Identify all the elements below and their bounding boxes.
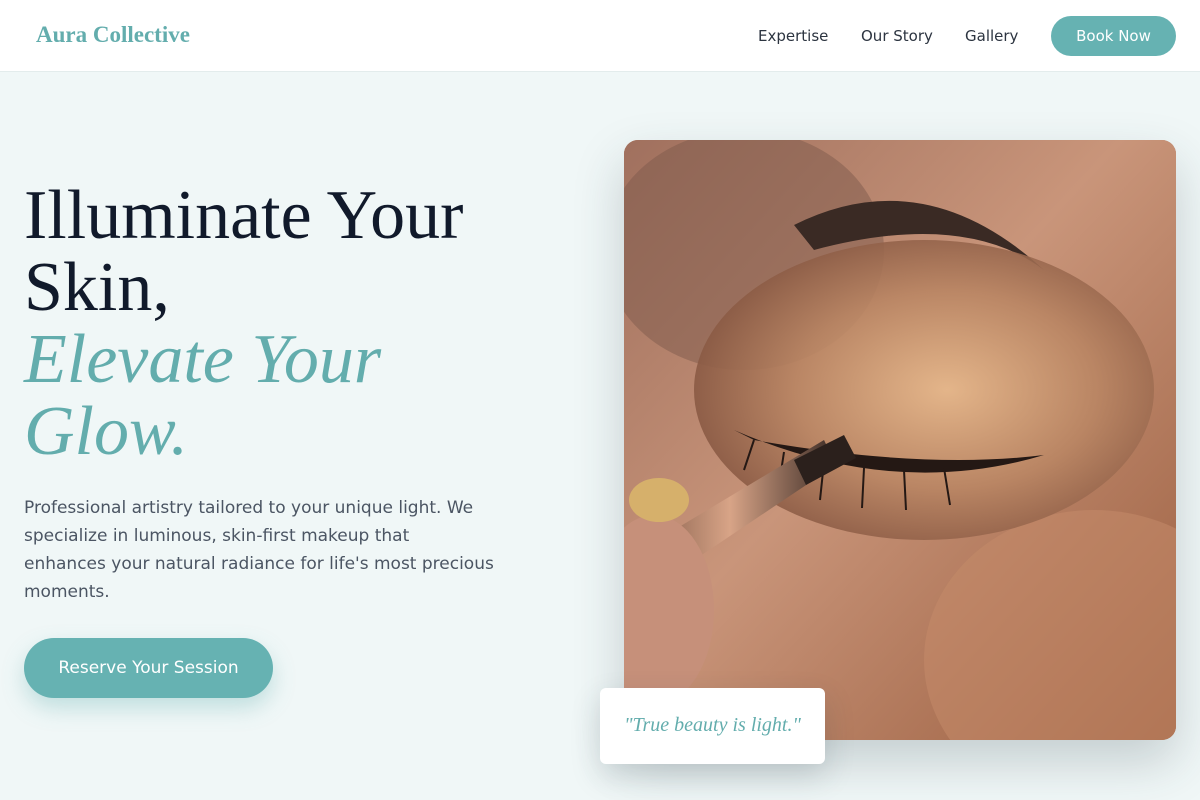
nav-link-our-story[interactable]: Our Story	[861, 27, 933, 45]
brand-logo[interactable]: Aura Collective	[36, 22, 190, 48]
nav-link-gallery[interactable]: Gallery	[965, 27, 1018, 45]
nav-link-expertise[interactable]: Expertise	[758, 27, 828, 45]
quote-text: "True beauty is light."	[624, 714, 801, 736]
quote-card: "True beauty is light."	[600, 688, 825, 764]
hero-image	[624, 140, 1176, 740]
hero-description: Professional artistry tailored to your u…	[24, 498, 494, 602]
hero-title-line2: Elevate Your Glow.	[24, 321, 382, 470]
book-now-button[interactable]: Book Now	[1051, 16, 1176, 56]
hero-headline: Illuminate Your Skin, Elevate Your Glow.	[24, 180, 524, 468]
navbar: Aura Collective Expertise Our Story Gall…	[0, 0, 1200, 72]
makeup-photo	[624, 140, 1176, 740]
hero-title-line1: Illuminate Your Skin,	[24, 177, 464, 326]
reserve-session-button[interactable]: Reserve Your Session	[24, 638, 273, 698]
